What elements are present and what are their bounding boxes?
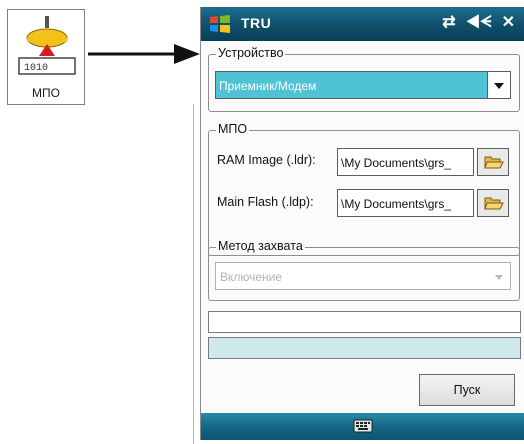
mpo-group: МПО RAM Image (.ldr): \My Documents\grs_… [208, 122, 520, 256]
windows-logo-icon[interactable] [208, 14, 232, 34]
mpo-group-title: МПО [216, 122, 250, 136]
volume-icon[interactable]: ◀ᗕ [466, 14, 492, 32]
device-group: Устройство Приемник/Модем [208, 46, 520, 112]
main-flash-label: Main Flash (.ldp): [217, 195, 314, 209]
chevron-down-icon[interactable] [487, 72, 510, 98]
ram-image-label: RAM Image (.ldr): [217, 153, 316, 167]
firmware-upload-icon: 1010 [18, 16, 76, 75]
status-field [208, 311, 521, 333]
device-group-title: Устройство [216, 46, 286, 60]
launcher-label: МПО [32, 86, 60, 100]
capture-method-select: Включение [215, 262, 511, 290]
device-select-value: Приемник/Модем [219, 79, 317, 93]
bottom-bar [201, 413, 524, 440]
folder-open-icon [484, 197, 504, 210]
capture-method-value: Включение [220, 270, 283, 284]
mpo-launcher-icon[interactable]: 1010 МПО [7, 9, 85, 105]
folder-open-icon [484, 156, 504, 169]
main-flash-path-field[interactable]: \My Documents\grs_ [337, 189, 474, 217]
left-panel-frame [0, 104, 194, 444]
keyboard-icon[interactable] [353, 418, 373, 434]
ram-image-path-field[interactable]: \My Documents\grs_ [337, 148, 474, 176]
connectivity-icon[interactable]: ⇄ [442, 14, 455, 32]
window-title: TRU [241, 15, 272, 31]
svg-text:1010: 1010 [24, 63, 48, 74]
title-bar: TRU ⇄ ◀ᗕ ✕ [201, 7, 524, 41]
device-screen: TRU ⇄ ◀ᗕ ✕ Устройство Приемник/Модем МПО… [200, 7, 524, 440]
progress-bar [208, 337, 521, 359]
device-select[interactable]: Приемник/Модем [215, 71, 511, 99]
capture-method-title: Метод захвата [216, 239, 305, 253]
close-icon[interactable]: ✕ [502, 14, 515, 32]
start-button[interactable]: Пуск [419, 374, 515, 406]
capture-method-group: Метод захвата Включение [208, 239, 520, 301]
form-content: Устройство Приемник/Модем МПО RAM Image … [201, 41, 524, 413]
ram-image-browse-button[interactable] [477, 148, 509, 176]
arrow-icon [88, 44, 200, 64]
main-flash-browse-button[interactable] [477, 189, 509, 217]
